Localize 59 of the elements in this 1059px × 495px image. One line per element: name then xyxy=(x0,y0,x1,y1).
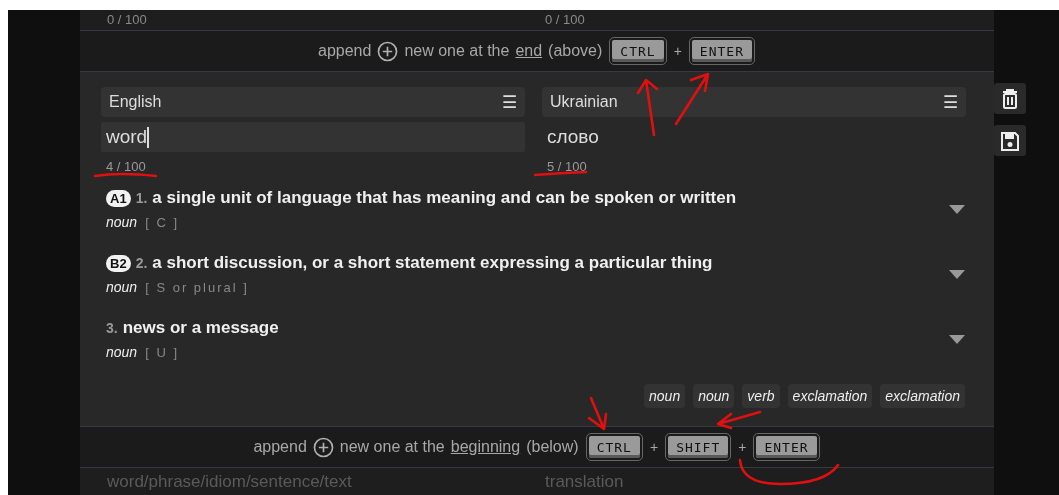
annotation-underline xyxy=(533,170,588,177)
append-label: new one at the xyxy=(339,438,445,456)
annotation-arrow xyxy=(674,72,710,126)
definition-number: 3. xyxy=(106,320,118,336)
expand-triangle-icon[interactable] xyxy=(949,335,965,345)
keyboard-key: SHIFT xyxy=(666,434,731,460)
level-badge: B2 xyxy=(106,254,131,272)
keyboard-key: CTRL xyxy=(586,434,642,460)
part-of-speech: noun xyxy=(106,344,138,360)
part-of-speech: noun xyxy=(106,279,138,295)
language-select[interactable]: Ukrainian ☰ xyxy=(542,87,966,117)
definition-number: 1. xyxy=(135,190,148,206)
grammar-label: [ U ] xyxy=(145,345,179,360)
keyboard-key: ENTER xyxy=(754,434,819,460)
grammar-label: [ S or plural ] xyxy=(145,280,249,295)
add-circle-icon[interactable] xyxy=(377,40,399,62)
definition-text: a single unit of language that has meaning and can be spoken or written xyxy=(152,188,737,208)
language-select[interactable]: English ☰ xyxy=(101,87,525,117)
menu-icon: ☰ xyxy=(943,91,958,113)
plus-sign: + xyxy=(738,439,747,455)
plus-sign: + xyxy=(649,439,659,455)
keyboard-key: ENTER xyxy=(689,38,754,64)
annotation-arrow xyxy=(636,78,659,137)
level-badge: A1 xyxy=(106,189,131,207)
part-of-speech-tag[interactable]: exclamation xyxy=(787,384,873,408)
annotation-underline xyxy=(93,172,158,178)
append-label: (above) xyxy=(548,42,603,60)
part-of-speech-tag[interactable]: noun xyxy=(693,384,735,408)
add-circle-icon[interactable] xyxy=(312,436,334,458)
keyboard-key: CTRL xyxy=(610,38,666,64)
grammar-label: [ C ] xyxy=(145,215,179,230)
definition-text: a short discussion, or a short statement expressing a particular thing xyxy=(152,253,713,273)
character-counter: 5 / 100 xyxy=(547,160,587,174)
menu-icon: ☰ xyxy=(502,91,517,113)
save-button[interactable] xyxy=(994,125,1026,156)
append-label: (below) xyxy=(526,438,579,456)
position-link[interactable]: end xyxy=(515,42,543,60)
plus-sign: + xyxy=(673,43,682,59)
expand-triangle-icon[interactable] xyxy=(949,205,965,215)
trash-icon xyxy=(1001,88,1019,109)
annotation-arrow xyxy=(716,410,762,430)
position-link[interactable]: beginning xyxy=(450,438,521,456)
append-label: append xyxy=(253,438,307,456)
definition-number: 2. xyxy=(135,255,148,271)
part-of-speech-tag[interactable]: exclamation xyxy=(880,384,965,408)
character-counter: 0 / 100 xyxy=(107,12,147,27)
character-counter: 0 / 100 xyxy=(545,12,585,27)
expand-triangle-icon[interactable] xyxy=(949,270,965,280)
append-label: append xyxy=(318,42,372,60)
character-counter: 4 / 100 xyxy=(106,160,146,174)
delete-button[interactable] xyxy=(994,83,1026,114)
part-of-speech: noun xyxy=(106,214,138,230)
text-input-field[interactable]: word xyxy=(101,122,525,152)
definition-text: news or a message xyxy=(122,318,279,338)
annotation-arrow xyxy=(587,396,608,431)
part-of-speech-tag[interactable]: noun xyxy=(644,384,686,408)
text-input-field[interactable]: слово xyxy=(542,122,966,152)
part-of-speech-tag[interactable]: verb xyxy=(742,384,780,408)
append-label: new one at the xyxy=(404,42,510,60)
